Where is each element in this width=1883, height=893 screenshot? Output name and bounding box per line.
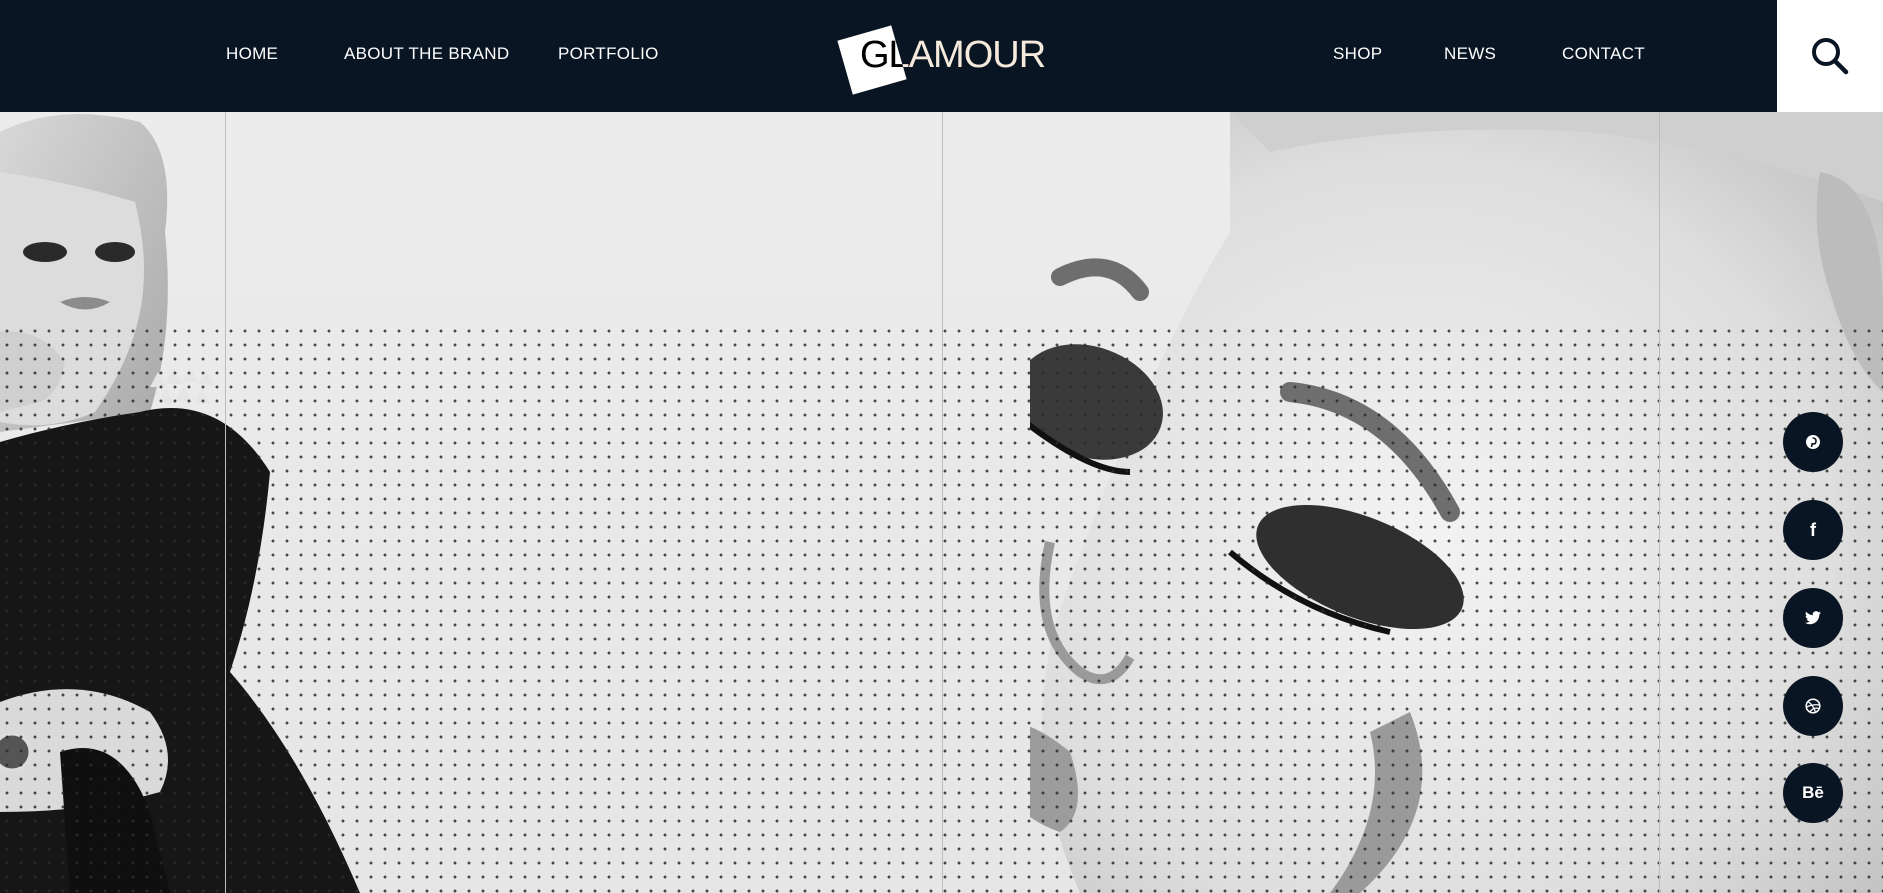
behance-button[interactable]: Bē: [1783, 763, 1843, 823]
grid-line: [225, 112, 226, 893]
grid-line: [1659, 112, 1660, 893]
nav-contact[interactable]: CONTACT: [1562, 44, 1645, 64]
hero-section: [0, 112, 1883, 893]
pinterest-icon: [1806, 435, 1820, 449]
facebook-icon: f: [1810, 519, 1816, 540]
search-button[interactable]: [1777, 0, 1883, 112]
nav-shop[interactable]: SHOP: [1333, 44, 1382, 64]
dribbble-button[interactable]: [1783, 676, 1843, 736]
dribbble-icon: [1805, 698, 1821, 714]
pinterest-button[interactable]: [1783, 412, 1843, 472]
twitter-icon: [1805, 611, 1821, 625]
nav-about-the-brand[interactable]: ABOUT THE BRAND: [344, 44, 509, 64]
site-logo[interactable]: GLAMOUR: [837, 18, 1046, 98]
twitter-button[interactable]: [1783, 588, 1843, 648]
logo-text: GLAMOUR: [860, 34, 1046, 76]
behance-icon: Bē: [1802, 783, 1824, 802]
nav-news[interactable]: NEWS: [1444, 44, 1496, 64]
site-header: HOME ABOUT THE BRAND PORTFOLIO GLAMOUR S…: [0, 0, 1777, 112]
grid-line: [942, 112, 943, 893]
search-icon: [1812, 38, 1849, 75]
nav-home[interactable]: HOME: [226, 44, 278, 64]
facebook-button[interactable]: f: [1783, 500, 1843, 560]
nav-portfolio[interactable]: PORTFOLIO: [558, 44, 659, 64]
